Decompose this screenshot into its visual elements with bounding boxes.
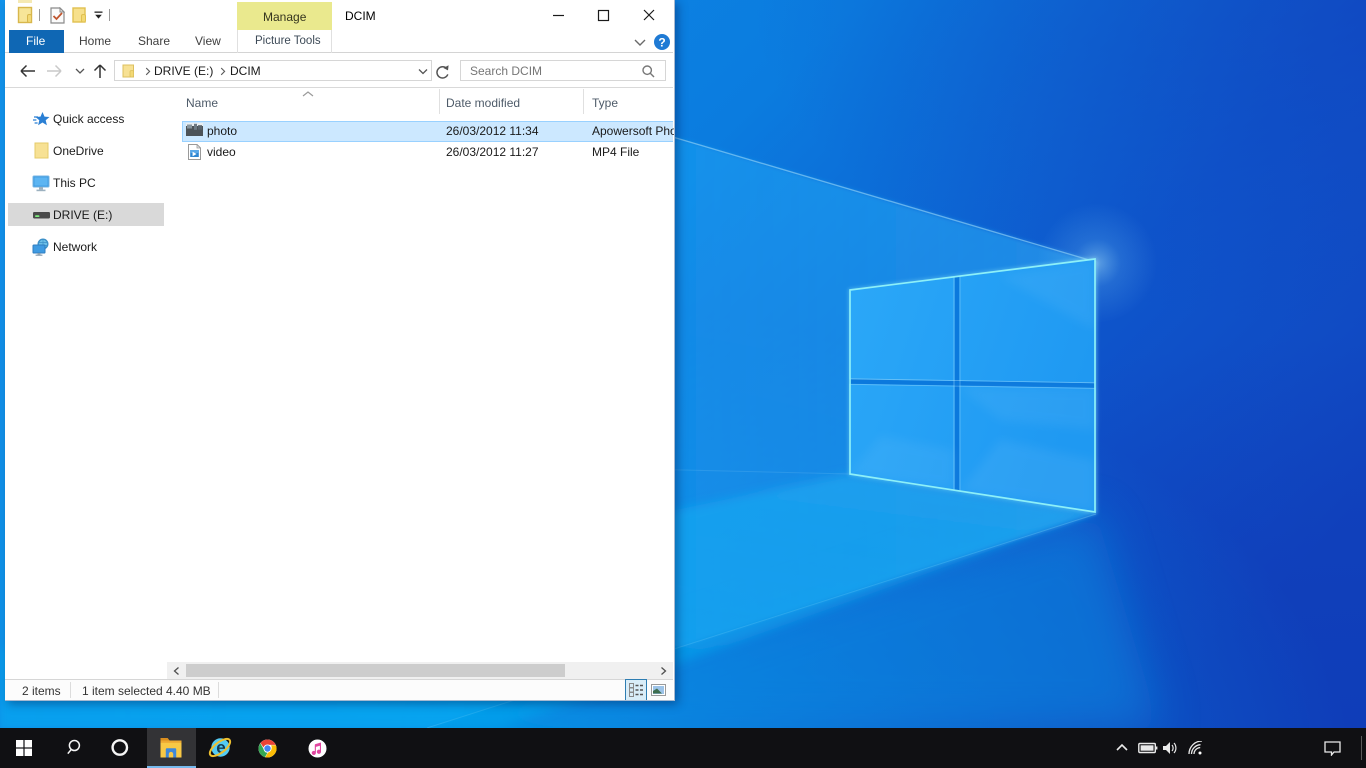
- svg-text:?: ?: [658, 36, 665, 50]
